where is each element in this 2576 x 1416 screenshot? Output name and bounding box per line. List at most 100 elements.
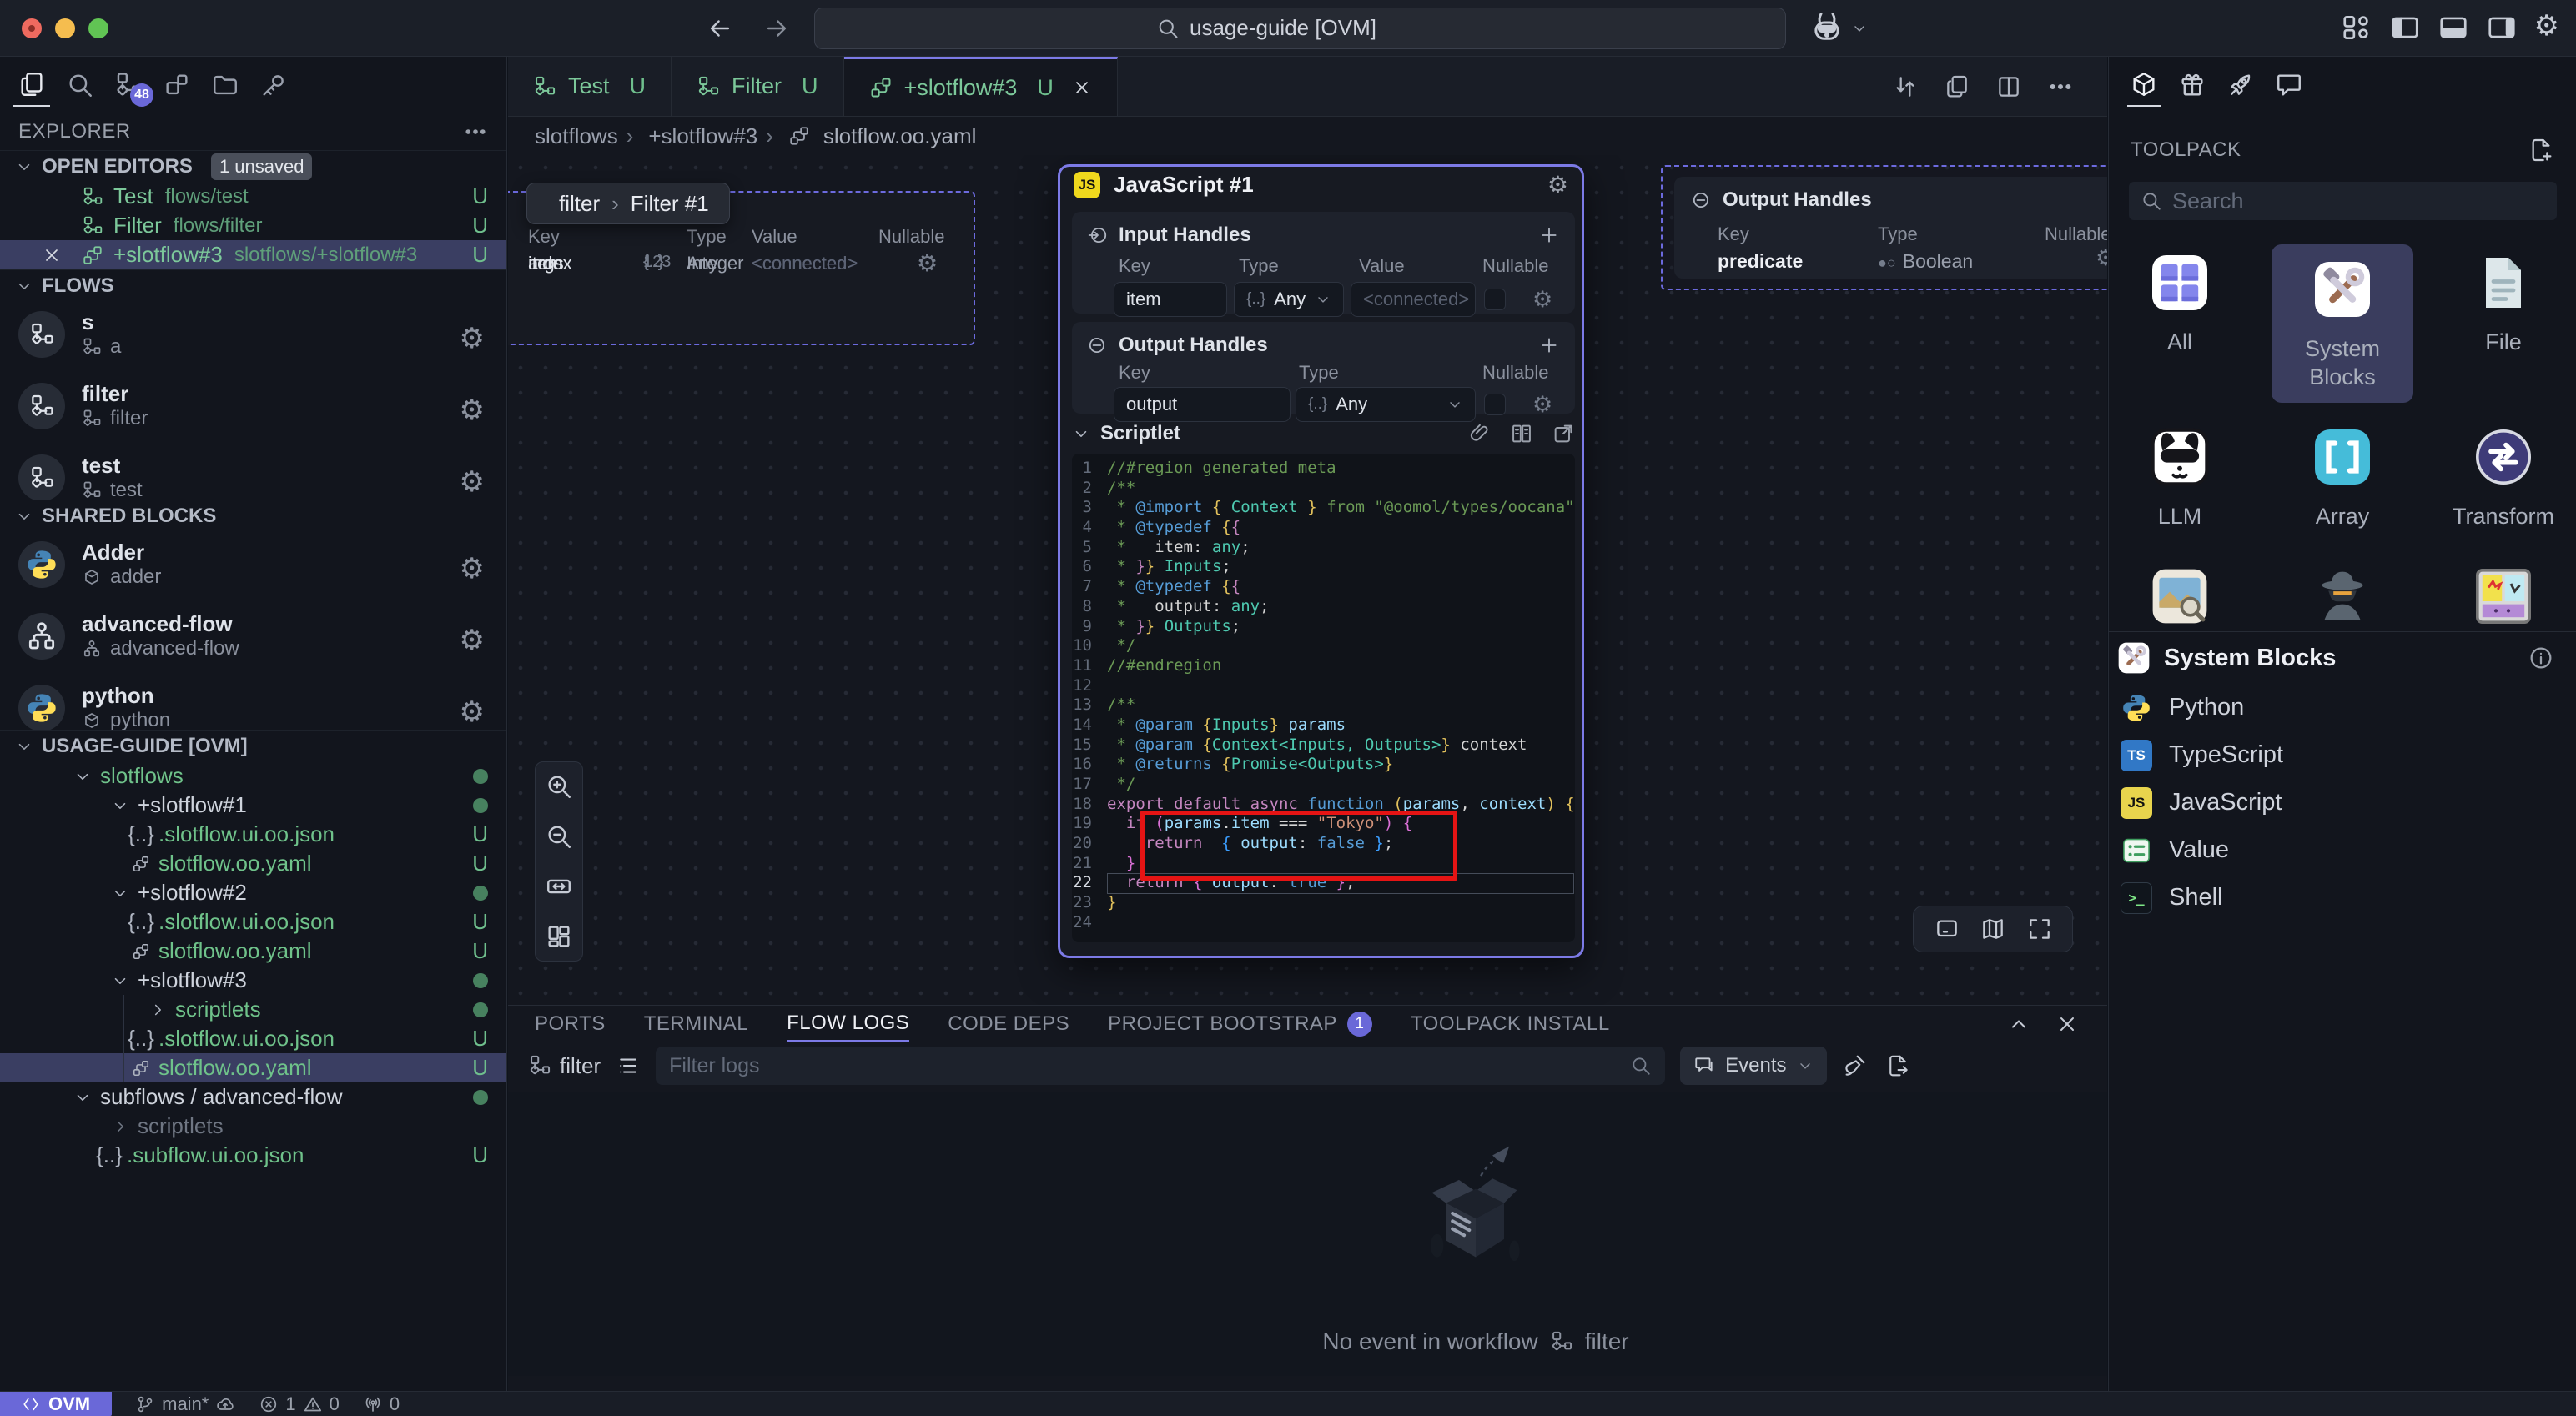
code-line[interactable]: 8 * output: any; — [1072, 597, 1575, 617]
nullable-checkbox[interactable] — [1484, 394, 1506, 415]
code-line[interactable]: 4 * @typedef {{ — [1072, 518, 1575, 538]
deploy-tab-button[interactable] — [2224, 63, 2257, 107]
events-dropdown[interactable]: Events — [1680, 1047, 1826, 1085]
close-window-button[interactable] — [22, 18, 42, 38]
gear-icon[interactable]: ⚙ — [460, 698, 485, 726]
system-block-item[interactable]: JS JavaScript — [2109, 779, 2576, 826]
gear-icon[interactable]: ⚙ — [460, 555, 485, 583]
system-block-item[interactable]: Value — [2109, 826, 2576, 874]
maximize-panel-icon[interactable] — [2007, 1012, 2030, 1036]
problems-indicator[interactable]: 1 0 — [259, 1393, 340, 1415]
toolpack-card[interactable]: All — [2109, 253, 2251, 356]
zoom-in-icon[interactable] — [545, 772, 573, 801]
open-editors-header[interactable]: OPEN EDITORS 1 unsaved — [0, 150, 506, 182]
new-toolpack-icon[interactable] — [2528, 137, 2554, 163]
handle-key-field[interactable]: output — [1114, 387, 1291, 422]
system-block-item[interactable]: Python — [2109, 684, 2576, 731]
tree-item[interactable]: slotflows — [0, 761, 506, 791]
forward-icon[interactable] — [762, 14, 791, 43]
zoom-out-icon[interactable] — [545, 822, 573, 851]
toolpack-card[interactable]: File — [2433, 253, 2574, 356]
shared-block-card[interactable]: python python ⚙ — [0, 675, 506, 730]
handle-key-field[interactable]: item — [1114, 282, 1227, 317]
code-line[interactable]: 11//#endregion — [1072, 656, 1575, 676]
clear-logs-icon[interactable] — [1842, 1053, 1867, 1078]
assistant-menu[interactable] — [1808, 11, 1868, 46]
toolpack-card[interactable]: Transform — [2433, 427, 2574, 530]
output-node[interactable]: Output Handles Key Type Nullable predica… — [1661, 165, 2107, 290]
more-actions-icon[interactable] — [463, 119, 488, 144]
breadcrumb[interactable]: slotflows +slotflow#3 slotflow.oo.yaml — [508, 117, 2107, 155]
close-panel-icon[interactable] — [2055, 1012, 2079, 1036]
panel-tab[interactable]: PROJECT BOOTSTRAP 1 — [1108, 1006, 1372, 1042]
gear-icon[interactable]: ⚙ — [917, 249, 938, 277]
open-editor-item[interactable]: Filter flows/filter U — [0, 211, 506, 240]
code-line[interactable]: 7 * @typedef {{ — [1072, 577, 1575, 597]
gear-icon[interactable]: ⚙ — [1532, 289, 1552, 311]
code-line[interactable]: 9 * }} Outputs; — [1072, 617, 1575, 637]
flow-card[interactable]: test test ⚙ — [0, 444, 506, 500]
auto-layout-icon[interactable] — [545, 922, 573, 951]
editor-tab[interactable]: Test U — [508, 57, 672, 116]
toggle-secondary-sidebar-icon[interactable] — [2486, 12, 2518, 43]
toolpack-card[interactable]: System Blocks — [2272, 244, 2413, 403]
javascript-node[interactable]: JS JavaScript #1 ⚙ Input Handles Key Typ… — [1058, 164, 1584, 958]
code-line[interactable]: 10 */ — [1072, 636, 1575, 656]
close-icon[interactable] — [42, 245, 62, 265]
tree-item[interactable]: scriptlets — [0, 1112, 506, 1141]
code-line[interactable]: 12 — [1072, 676, 1575, 696]
add-handle-icon[interactable] — [1538, 334, 1560, 356]
docs-icon[interactable] — [1510, 422, 1533, 445]
flows-activity-button[interactable]: 48 — [110, 63, 147, 107]
nullable-checkbox[interactable] — [1484, 289, 1506, 310]
panel-tab[interactable]: TERMINAL — [644, 1006, 748, 1042]
window-controls[interactable] — [22, 18, 122, 38]
remote-indicator[interactable]: OVM — [0, 1392, 112, 1416]
open-external-icon[interactable] — [1552, 422, 1575, 445]
open-editor-item[interactable]: +slotflow#3 slotflows/+slotflow#3 U — [0, 240, 506, 269]
flow-selector[interactable]: filter — [528, 1053, 601, 1079]
maximize-window-button[interactable] — [88, 18, 108, 38]
open-editor-item[interactable]: Test flows/test U — [0, 182, 506, 211]
git-branch[interactable]: main* — [135, 1393, 235, 1415]
gear-icon[interactable]: ⚙ — [1532, 394, 1552, 416]
code-line[interactable]: 14 * @param {Inputs} params — [1072, 716, 1575, 736]
minimap-icon[interactable] — [1980, 916, 2006, 942]
code-line[interactable]: 23} — [1072, 893, 1575, 913]
fullscreen-icon[interactable] — [2026, 916, 2053, 942]
search-activity-button[interactable] — [62, 63, 98, 107]
settings-gear-icon[interactable]: ⚙ — [2534, 12, 2559, 43]
node-header[interactable]: JS JavaScript #1 ⚙ — [1060, 167, 1582, 203]
code-line[interactable]: 1//#region generated meta — [1072, 459, 1575, 479]
toolpack-search-input[interactable] — [2172, 188, 2545, 214]
info-icon[interactable] — [2528, 645, 2554, 671]
shared-blocks-header[interactable]: SHARED BLOCKS — [0, 500, 506, 531]
code-line[interactable]: 17 */ — [1072, 775, 1575, 795]
code-line[interactable]: 13/** — [1072, 695, 1575, 716]
code-line[interactable]: 3 * @import { Context } from "@oomol/typ… — [1072, 498, 1575, 518]
tree-item[interactable]: {..} .subflow.ui.oo.json U — [0, 1141, 506, 1170]
code-line[interactable]: 24 — [1072, 913, 1575, 933]
toolpack-tab-button[interactable] — [2127, 63, 2161, 107]
log-list-icon[interactable] — [616, 1053, 641, 1078]
attach-icon[interactable] — [1468, 422, 1492, 445]
toggle-panel-icon[interactable] — [2438, 12, 2469, 43]
toolpack-card[interactable] — [2109, 566, 2251, 626]
code-line[interactable]: 5 * item: any; — [1072, 538, 1575, 558]
tree-item[interactable]: slotflow.oo.yaml U — [0, 936, 506, 966]
export-logs-icon[interactable] — [1885, 1053, 1910, 1078]
toggle-sidebar-icon[interactable] — [2389, 12, 2421, 43]
tree-item[interactable]: +slotflow#3 — [0, 966, 506, 995]
toolpack-card[interactable] — [2433, 566, 2574, 626]
toolpack-card[interactable]: LLM — [2109, 427, 2251, 530]
project-header[interactable]: USAGE-GUIDE [OVM] — [0, 730, 506, 761]
breadcrumb-file[interactable]: slotflow.oo.yaml — [823, 123, 977, 149]
editor-tab[interactable]: Filter U — [672, 57, 844, 116]
handle-value-field[interactable]: <connected> — [1351, 282, 1476, 317]
panel-tab[interactable]: FLOW LOGS — [787, 1006, 909, 1042]
tree-item[interactable]: {..} .slotflow.ui.oo.json U — [0, 907, 506, 936]
tree-item[interactable]: slotflow.oo.yaml U — [0, 1053, 506, 1082]
gear-icon[interactable]: ⚙ — [460, 396, 485, 424]
breadcrumb-part[interactable]: +slotflow#3 — [648, 123, 781, 149]
add-handle-icon[interactable] — [1538, 224, 1560, 246]
